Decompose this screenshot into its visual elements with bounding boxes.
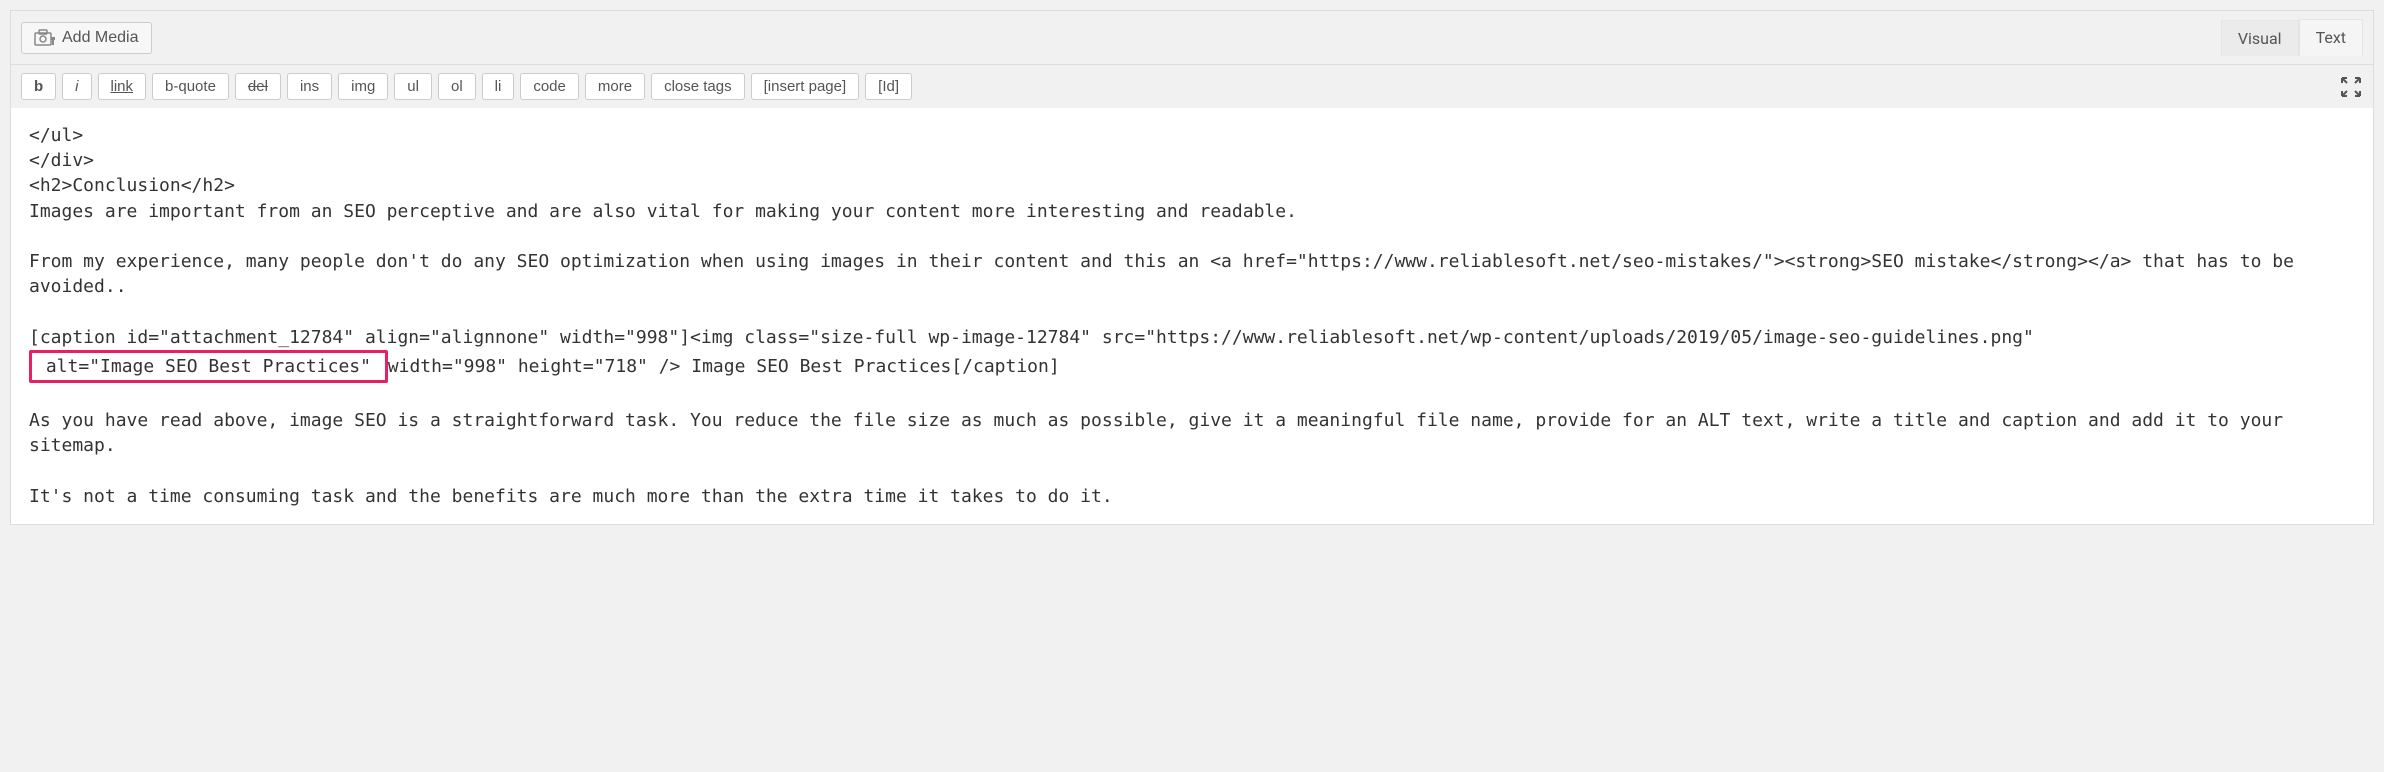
content-line: <h2>Conclusion</h2> bbox=[29, 175, 235, 196]
content-line: As you have read above, image SEO is a s… bbox=[29, 410, 2294, 456]
qt-ins-button[interactable]: ins bbox=[287, 73, 332, 100]
content-line: </div> bbox=[29, 150, 94, 171]
tab-visual[interactable]: Visual bbox=[2221, 20, 2299, 56]
camera-icon bbox=[34, 29, 56, 47]
editor-tabs: Visual Text bbox=[2221, 19, 2363, 56]
qt-ul-button[interactable]: ul bbox=[394, 73, 432, 100]
qt-italic-button[interactable]: i bbox=[62, 73, 91, 100]
content-line: Images are important from an SEO percept… bbox=[29, 201, 1297, 222]
content-line: [caption id="attachment_12784" align="al… bbox=[29, 327, 2034, 348]
qt-bold-button[interactable]: b bbox=[21, 73, 56, 100]
quicktags-buttons: b i link b-quote del ins img ul ol li co… bbox=[21, 73, 912, 100]
editor-wrapper: Add Media Visual Text b i link b-quote d… bbox=[10, 10, 2374, 525]
content-line: width="998" height="718" /> Image SEO Be… bbox=[388, 356, 1060, 377]
editor-content[interactable]: </ul> </div> <h2>Conclusion</h2> Images … bbox=[11, 108, 2373, 524]
content-line: It's not a time consuming task and the b… bbox=[29, 486, 1113, 507]
qt-more-button[interactable]: more bbox=[585, 73, 645, 100]
fullscreen-icon bbox=[2341, 77, 2361, 97]
qt-img-button[interactable]: img bbox=[338, 73, 388, 100]
alt-highlight: alt="Image SEO Best Practices" bbox=[29, 350, 388, 383]
qt-bquote-button[interactable]: b-quote bbox=[152, 73, 229, 100]
top-toolbar: Add Media Visual Text bbox=[11, 11, 2373, 64]
qt-insertpage-button[interactable]: [insert page] bbox=[751, 73, 860, 100]
qt-link-button[interactable]: link bbox=[98, 73, 147, 100]
qt-id-button[interactable]: [Id] bbox=[865, 73, 912, 100]
qt-ol-button[interactable]: ol bbox=[438, 73, 476, 100]
content-line: </ul> bbox=[29, 125, 83, 146]
quicktags-toolbar: b i link b-quote del ins img ul ol li co… bbox=[11, 64, 2373, 108]
fullscreen-button[interactable] bbox=[2339, 75, 2363, 99]
add-media-label: Add Media bbox=[62, 29, 139, 47]
add-media-button[interactable]: Add Media bbox=[21, 22, 152, 54]
qt-closetags-button[interactable]: close tags bbox=[651, 73, 745, 100]
qt-code-button[interactable]: code bbox=[520, 73, 579, 100]
qt-li-button[interactable]: li bbox=[482, 73, 515, 100]
tab-text[interactable]: Text bbox=[2299, 19, 2363, 56]
content-line: From my experience, many people don't do… bbox=[29, 251, 2305, 297]
qt-del-button[interactable]: del bbox=[235, 73, 281, 100]
